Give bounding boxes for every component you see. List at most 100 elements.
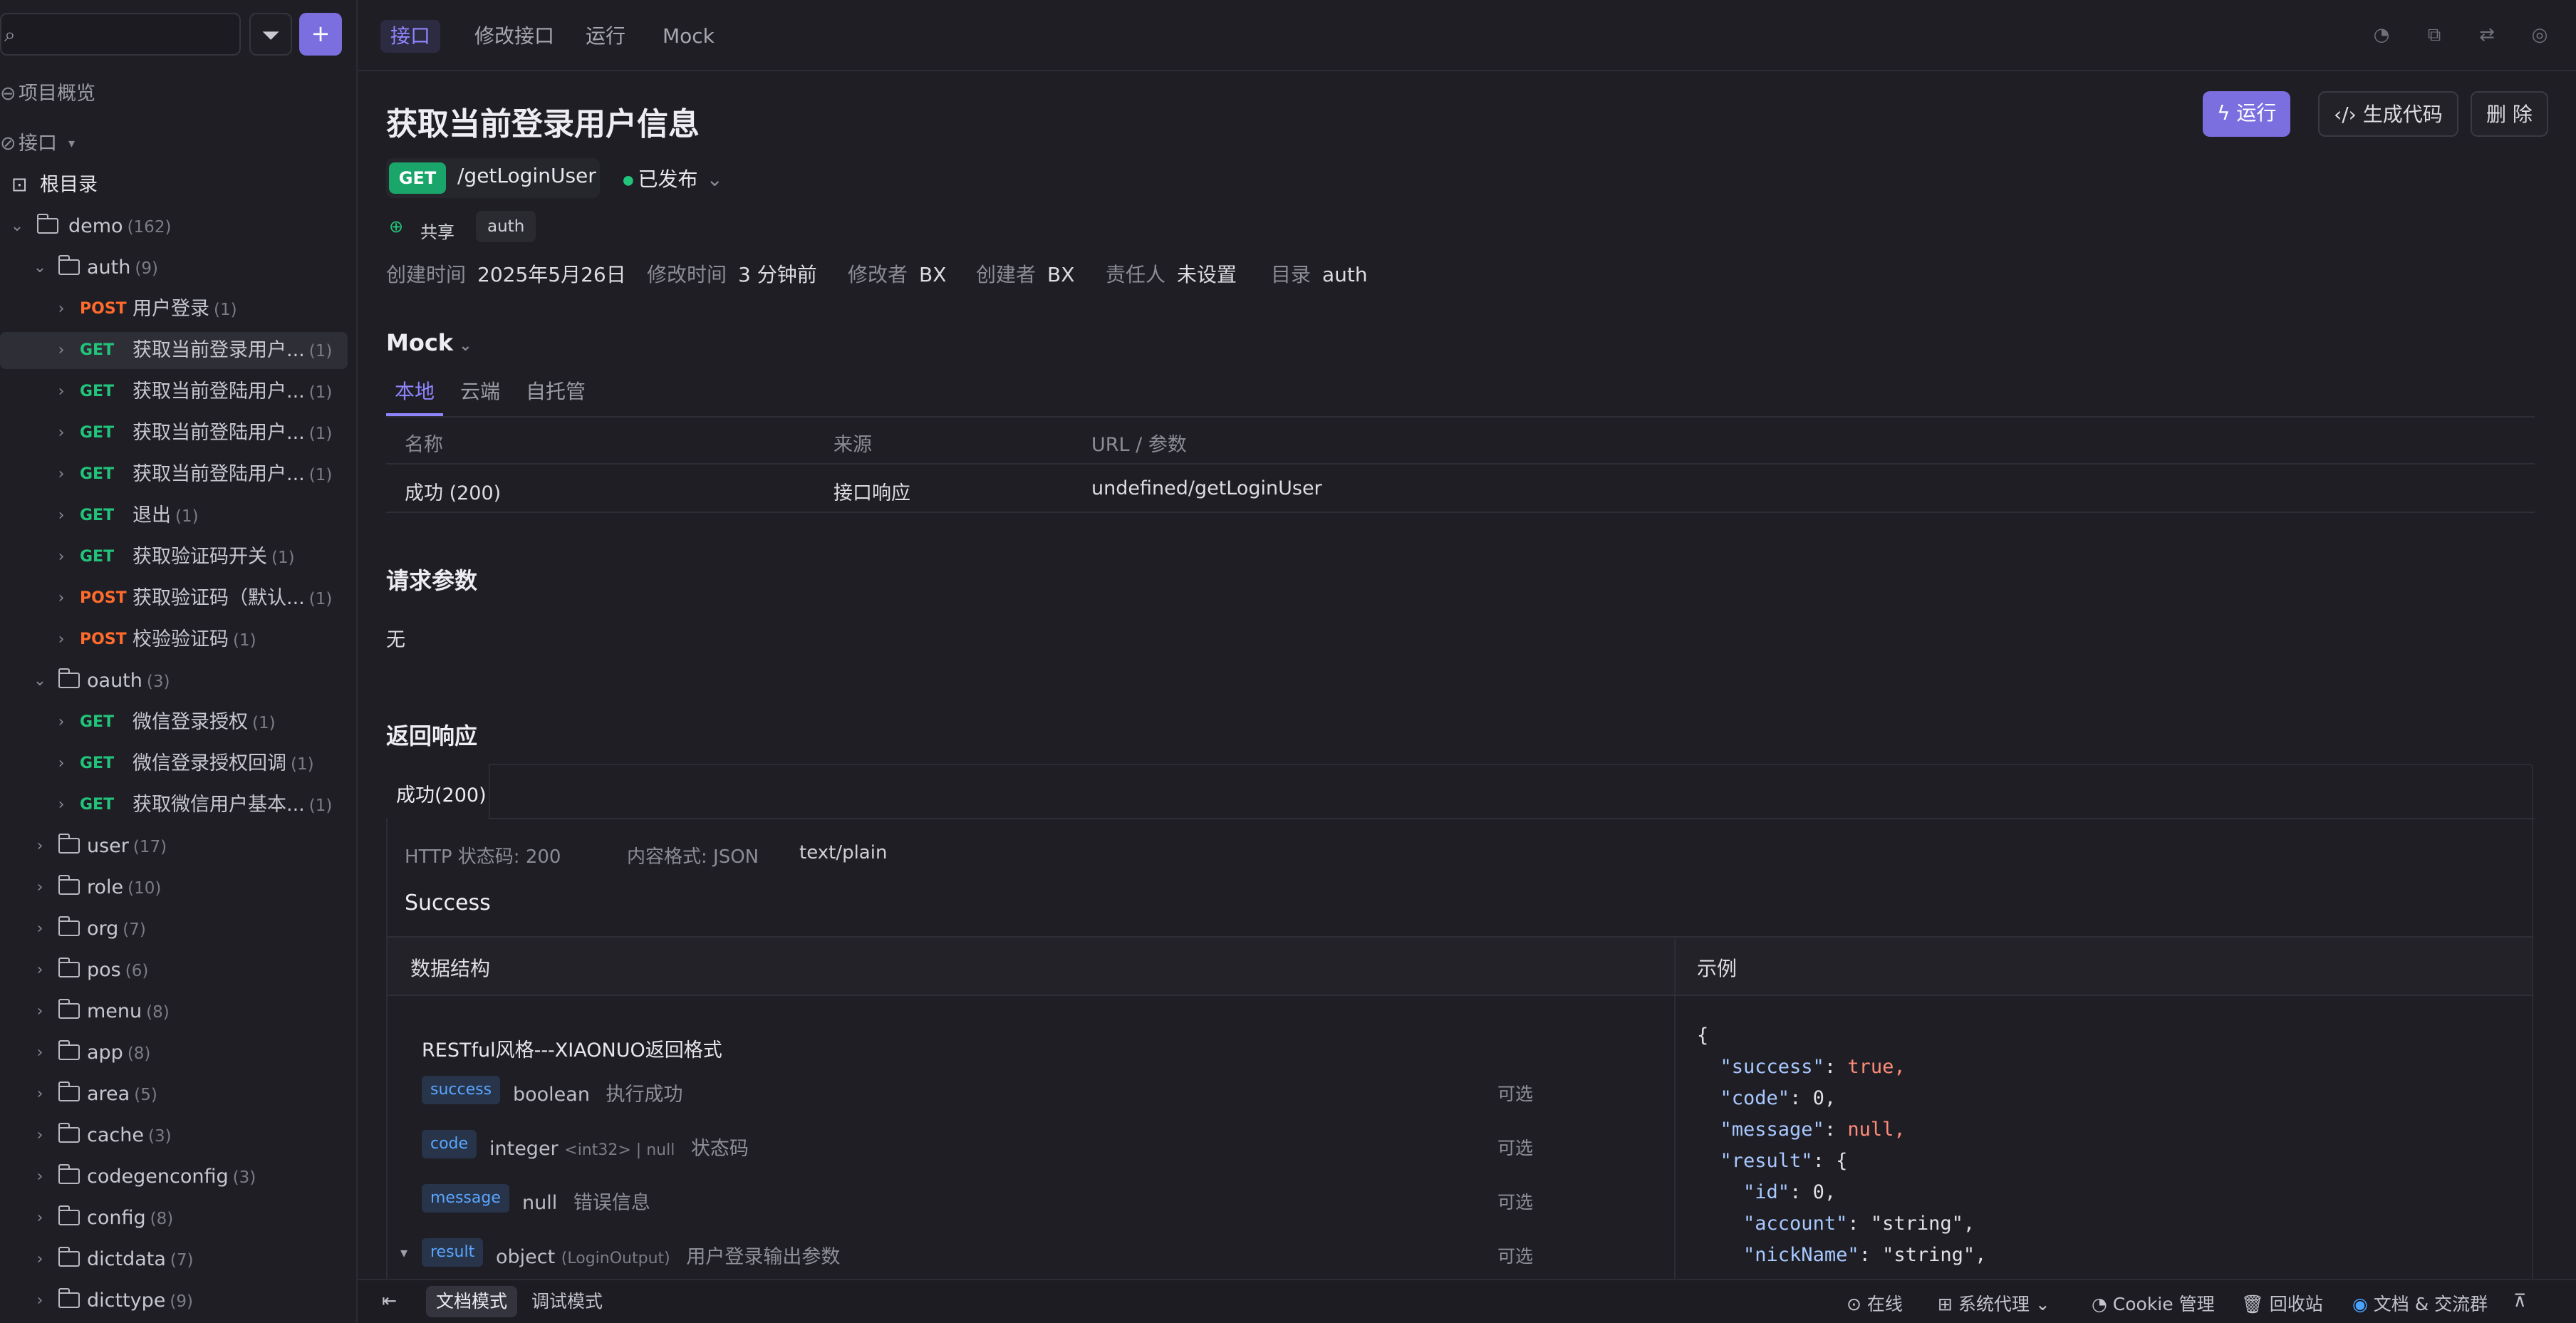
api-item[interactable]: › GET 获取当前登陆用户... (1)	[0, 415, 348, 452]
docs-community-button[interactable]: ◉ 文档 & 交流群	[2352, 1290, 2488, 1316]
api-item[interactable]: › POST 用户登录 (1)	[0, 291, 348, 328]
chevron-down-icon: ⌄	[459, 337, 472, 355]
folder-item[interactable]: › app (8)	[0, 1034, 348, 1072]
field-format: <int32> | null	[564, 1141, 675, 1159]
chevron-right-icon: ›	[36, 878, 43, 896]
api-item[interactable]: › POST 校验验证码 (1)	[0, 621, 348, 658]
api-item[interactable]: › GET 获取微信用户基本... (1)	[0, 787, 348, 824]
tab-edit-api[interactable]: 修改接口	[464, 20, 564, 53]
folder-item[interactable]: › config (8)	[0, 1200, 348, 1237]
mock-row-url[interactable]: undefined/getLoginUser	[1091, 477, 1322, 499]
overview-icon: ⊖	[0, 83, 16, 105]
status-dropdown[interactable]: ● 已发布 ⌄	[623, 164, 723, 192]
folder-item[interactable]: › role (10)	[0, 869, 348, 906]
response-section-title: 返回响应	[386, 722, 478, 749]
add-button[interactable]: +	[299, 13, 342, 56]
api-item[interactable]: › GET 微信登录授权 (1)	[0, 704, 348, 741]
mock-tab-cloud[interactable]: 云端	[460, 376, 500, 405]
divider	[388, 995, 2533, 996]
api-item[interactable]: › GET 退出 (1)	[0, 497, 348, 534]
method-label: GET	[80, 713, 115, 731]
folder-item[interactable]: › area (5)	[0, 1076, 348, 1113]
api-item-count: (1)	[308, 590, 333, 608]
cookie-icon: ◔	[2092, 1294, 2113, 1314]
folder-item[interactable]: › cache (3)	[0, 1117, 348, 1154]
folder-demo[interactable]: ⌄ demo (162)	[0, 208, 348, 245]
mock-tab-local[interactable]: 本地	[395, 376, 435, 405]
mock-section-title[interactable]: Mock ⌄	[386, 329, 472, 356]
folder-item[interactable]: › menu (8)	[0, 993, 348, 1030]
api-icon: ⊘	[0, 133, 16, 155]
folder-item[interactable]: › dicttype (9)	[0, 1282, 348, 1319]
meta-item: 修改时间 3 分钟前	[647, 259, 817, 288]
folder-item[interactable]: › pos (6)	[0, 952, 348, 989]
filter-button[interactable]: ⏷	[249, 13, 292, 56]
debug-mode-button[interactable]: 调试模式	[521, 1286, 613, 1317]
code-line: "result": {	[1720, 1150, 1848, 1172]
folder-item[interactable]: › user (17)	[0, 828, 348, 865]
example-code[interactable]: { "success": true, "code": 0, "message":…	[1697, 1020, 1986, 1271]
api-item-label: 获取当前登陆用户...	[133, 463, 305, 485]
page-title: 获取当前登录用户信息	[386, 106, 700, 142]
api-item[interactable]: › GET 获取当前登陆用户... (1)	[0, 456, 348, 493]
caret-down-icon[interactable]: ▾	[400, 1244, 407, 1261]
sidebar-item-api[interactable]: ⊘ 接口 ▾	[0, 125, 348, 162]
method-label: GET	[80, 796, 115, 814]
sidebar-item-root[interactable]: ⊡ 根目录	[0, 167, 348, 204]
tab-api[interactable]: 接口	[380, 20, 441, 53]
api-item[interactable]: › GET 获取当前登陆用户... (1)	[0, 373, 348, 410]
field-name-tag: code	[422, 1130, 477, 1158]
cookie-manager-button[interactable]: ◔ Cookie 管理	[2092, 1290, 2215, 1316]
folder-auth[interactable]: ⌄ auth (9)	[0, 249, 348, 286]
response-tab-200[interactable]: 成功(200)	[396, 779, 487, 807]
search-input[interactable]: ⌕	[0, 13, 241, 56]
meta-key: 创建时间	[386, 263, 467, 286]
run-button[interactable]: ϟ 运行	[2203, 91, 2291, 137]
chevron-right-icon: ›	[36, 920, 43, 938]
mock-tab-self-hosted[interactable]: 自托管	[526, 376, 586, 405]
api-item[interactable]: › GET 获取当前登录用户... (1)	[0, 332, 348, 369]
tab-mock[interactable]: Mock	[653, 20, 724, 53]
folder-item[interactable]: › codegenconfig (3)	[0, 1158, 348, 1195]
folder-oauth[interactable]: ⌄ oauth (3)	[0, 663, 348, 700]
sidebar-item-overview[interactable]: ⊖ 项目概览	[0, 76, 348, 113]
field-detail: null 错误信息	[522, 1187, 650, 1215]
proxy-label: 系统代理	[1958, 1294, 2030, 1314]
api-item[interactable]: › POST 获取验证码（默认... (1)	[0, 580, 348, 617]
chevron-right-icon: ›	[36, 1126, 43, 1144]
meta-value: 3 分钟前	[738, 263, 817, 286]
generate-code-button[interactable]: ‹/› 生成代码	[2318, 91, 2458, 137]
online-status[interactable]: ⊙ 在线	[1847, 1290, 1903, 1316]
upload-icon[interactable]: ⊼	[2513, 1290, 2526, 1311]
folder-item[interactable]: › org (7)	[0, 910, 348, 948]
doc-mode-button[interactable]: 文档模式	[426, 1286, 518, 1317]
api-item[interactable]: › GET 获取验证码开关 (1)	[0, 539, 348, 576]
field-detail: boolean 执行成功	[513, 1079, 683, 1106]
field-optional: 可选	[1497, 1138, 1534, 1158]
docs-icon: ◉	[2352, 1294, 2374, 1314]
status-text: 已发布	[638, 167, 698, 191]
folder-icon	[58, 1164, 80, 1184]
caret-down-icon: ▾	[68, 136, 76, 151]
folder-item[interactable]: › dictdata (7)	[0, 1241, 348, 1278]
method-badge: GET	[389, 162, 446, 194]
delete-button[interactable]: 删 除	[2471, 91, 2548, 137]
recycle-bin-button[interactable]: 🗑 回收站	[2241, 1290, 2323, 1316]
code-line: {	[1697, 1024, 1709, 1047]
folder-icon	[58, 1247, 80, 1267]
meta-item: 责任人 未设置	[1106, 259, 1237, 288]
field-detail: integer <int32> | null 状态码	[489, 1133, 749, 1161]
copy-icon[interactable]: ⧉	[2424, 24, 2445, 46]
folder-count: (3)	[147, 1127, 172, 1146]
api-item[interactable]: › GET 微信登录授权回调 (1)	[0, 745, 348, 782]
tag-badge[interactable]: auth	[476, 211, 536, 242]
collapse-sidebar-icon[interactable]: ⇤	[382, 1290, 397, 1311]
field-format: (LoginOutput)	[561, 1250, 670, 1267]
tab-run[interactable]: 运行	[576, 20, 635, 53]
settings-icon[interactable]: ◎	[2529, 24, 2550, 46]
folder-count: (7)	[123, 920, 146, 939]
proxy-dropdown[interactable]: ⊞ 系统代理 ⌄	[1938, 1290, 2050, 1316]
field-optional: 可选	[1497, 1084, 1534, 1104]
share-icon[interactable]: ⇄	[2476, 24, 2498, 46]
history-icon[interactable]: ◔	[2371, 24, 2392, 46]
